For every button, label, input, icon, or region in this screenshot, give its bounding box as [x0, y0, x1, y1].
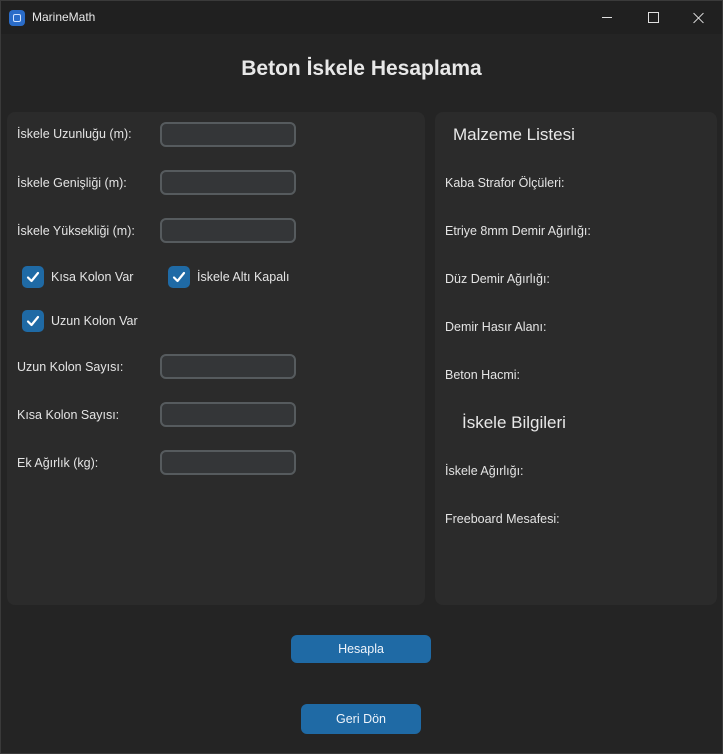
long-column-label: Uzun Kolon Var: [51, 314, 138, 328]
window-title: MarineMath: [32, 10, 96, 24]
input-panel: İskele Uzunluğu (m): İskele Genişliği (m…: [7, 112, 425, 605]
material-item: Demir Hasır Alanı:: [445, 320, 547, 334]
minimize-icon: [602, 17, 612, 18]
material-item: Düz Demir Ağırlığı:: [445, 272, 550, 286]
checkbox-checked-icon[interactable]: [22, 310, 44, 332]
maximize-button[interactable]: [630, 1, 676, 34]
length-input[interactable]: [160, 122, 296, 147]
material-item: Beton Hacmi:: [445, 368, 521, 382]
closed-bottom-checkbox[interactable]: İskele Altı Kapalı: [168, 266, 289, 288]
pier-info-title: İskele Bilgileri: [462, 413, 566, 432]
close-button[interactable]: [676, 1, 722, 34]
material-item: Kaba Strafor Ölçüleri:: [445, 176, 565, 190]
extra-weight-label: Ek Ağırlık (kg):: [17, 456, 99, 470]
back-button[interactable]: Geri Dön: [301, 704, 421, 734]
checkbox-checked-icon[interactable]: [22, 266, 44, 288]
materials-title: Malzeme Listesi: [453, 125, 575, 144]
pier-info-item: Freeboard Mesafesi:: [445, 512, 560, 526]
long-column-checkbox[interactable]: Uzun Kolon Var: [22, 310, 138, 332]
close-icon: [693, 12, 705, 24]
app-icon: [9, 10, 25, 26]
short-count-label: Kısa Kolon Sayısı:: [17, 408, 120, 422]
short-column-label: Kısa Kolon Var: [51, 270, 134, 284]
long-count-label: Uzun Kolon Sayısı:: [17, 360, 124, 374]
length-label: İskele Uzunluğu (m):: [17, 127, 132, 141]
width-label: İskele Genişliği (m):: [17, 176, 127, 190]
title-bar[interactable]: MarineMath: [1, 1, 722, 34]
material-item: Etriye 8mm Demir Ağırlığı:: [445, 224, 591, 238]
calculate-button[interactable]: Hesapla: [291, 635, 431, 663]
short-column-checkbox[interactable]: Kısa Kolon Var: [22, 266, 133, 288]
height-label: İskele Yüksekliği (m):: [17, 224, 135, 238]
minimize-button[interactable]: [584, 1, 630, 34]
app-window: MarineMath Beton İskele Hesaplama İskele…: [0, 0, 723, 754]
maximize-icon: [647, 12, 659, 23]
short-count-input[interactable]: [160, 402, 296, 427]
extra-weight-input[interactable]: [160, 450, 296, 475]
height-input[interactable]: [160, 218, 296, 243]
checkbox-checked-icon[interactable]: [168, 266, 190, 288]
results-panel: Malzeme Listesi Kaba Strafor Ölçüleri: E…: [435, 112, 717, 605]
long-count-input[interactable]: [160, 354, 296, 379]
page-title: Beton İskele Hesaplama: [241, 57, 482, 80]
pier-info-item: İskele Ağırlığı:: [445, 464, 524, 478]
width-input[interactable]: [160, 170, 296, 195]
closed-bottom-label: İskele Altı Kapalı: [197, 270, 290, 284]
